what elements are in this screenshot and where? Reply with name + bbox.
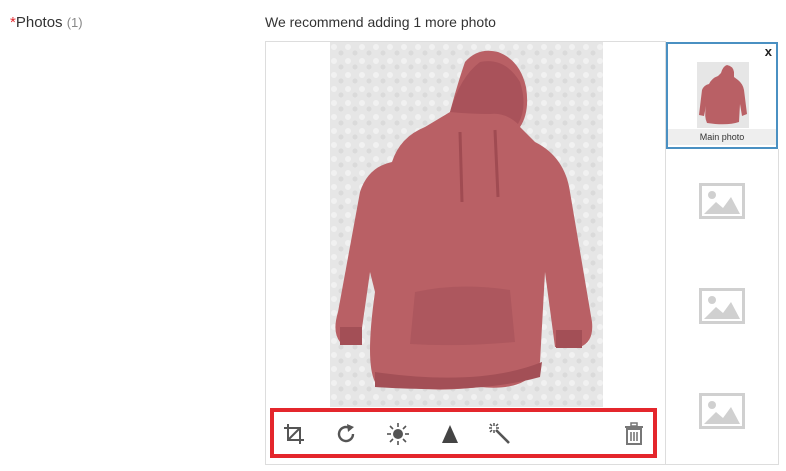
rotate-icon[interactable] <box>334 422 358 446</box>
photo-count: (1) <box>66 15 83 30</box>
main-photo[interactable] <box>330 42 603 407</box>
magic-wand-icon[interactable] <box>488 422 512 446</box>
crop-icon[interactable] <box>282 422 306 446</box>
remove-photo-button[interactable]: x <box>765 45 772 59</box>
image-placeholder-icon <box>699 288 745 324</box>
photos-label-text: Photos <box>15 14 63 31</box>
thumbnail-image <box>697 62 749 128</box>
hoodie-photo-image <box>330 42 603 407</box>
image-placeholder-icon <box>699 183 745 219</box>
photos-field-label: *Photos (1) <box>10 14 83 31</box>
thumbnail-slot-empty[interactable] <box>666 149 779 255</box>
thumbnail-main[interactable]: x Main photo <box>666 42 778 149</box>
main-photo-caption: Main photo <box>668 129 776 145</box>
contrast-icon[interactable] <box>438 422 462 446</box>
main-photo-panel <box>265 41 666 465</box>
thumbnail-slot-empty[interactable] <box>666 254 779 360</box>
photo-edit-toolbar <box>270 408 657 458</box>
thumbnail-slot-empty[interactable] <box>666 359 779 465</box>
trash-icon[interactable] <box>622 422 646 446</box>
brightness-icon[interactable] <box>386 422 410 446</box>
image-placeholder-icon <box>699 393 745 429</box>
photo-recommendation: We recommend adding 1 more photo <box>265 14 496 30</box>
